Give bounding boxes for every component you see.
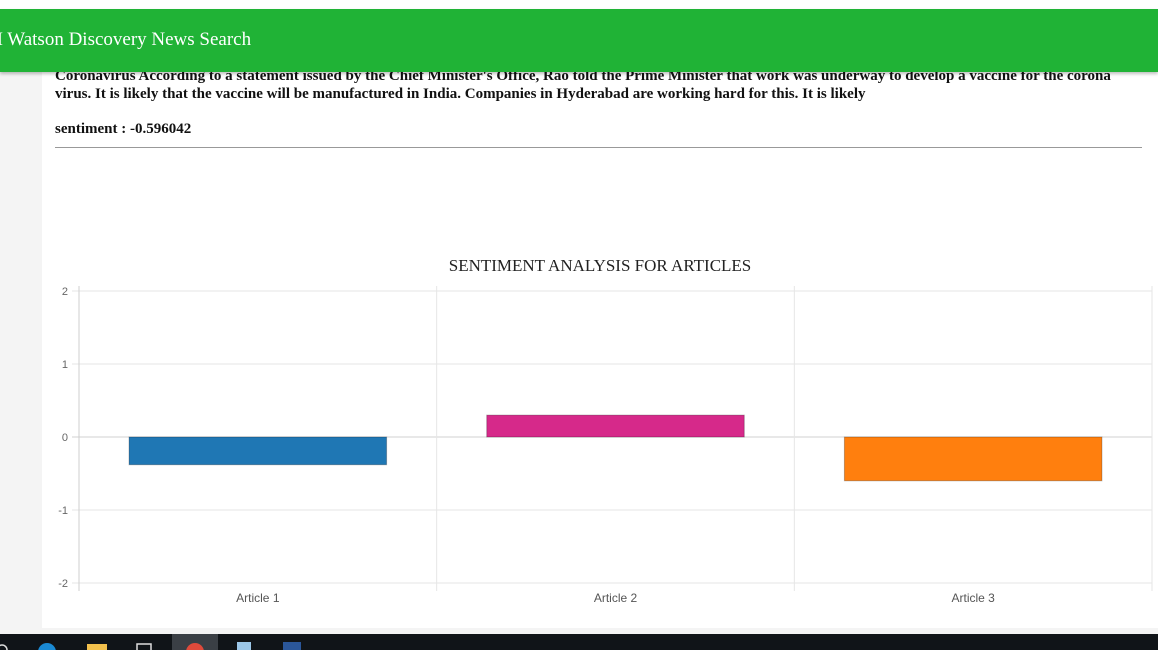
edge-browser-icon[interactable] [36,641,58,650]
bar-article-1[interactable] [128,436,388,466]
x-tick-label: Article 1 [236,591,280,605]
word-icon[interactable] [280,641,302,650]
y-tick-label: 0 [62,432,68,444]
x-tick-label: Article 3 [951,591,995,605]
chrome-icon[interactable] [184,641,206,650]
search-icon[interactable] [0,641,10,650]
file-explorer-icon[interactable] [86,641,108,650]
y-tick-label: 1 [62,359,68,371]
store-icon[interactable] [134,641,156,650]
bar-article-3[interactable] [843,436,1103,482]
x-tick-label: Article 2 [594,591,638,605]
y-tick-label: -2 [58,578,68,590]
y-tick-label: 2 [62,286,68,298]
notepad-icon[interactable] [232,641,254,650]
y-tick-label: -1 [58,505,68,517]
bar-article-2[interactable] [486,414,745,438]
sentiment-chart: SENTIMENT ANALYSIS FOR ARTICLES 2 1 0 -1 -2 A… [58,256,1153,605]
chart-title: SENTIMENT ANALYSIS FOR ARTICLES [449,256,752,275]
